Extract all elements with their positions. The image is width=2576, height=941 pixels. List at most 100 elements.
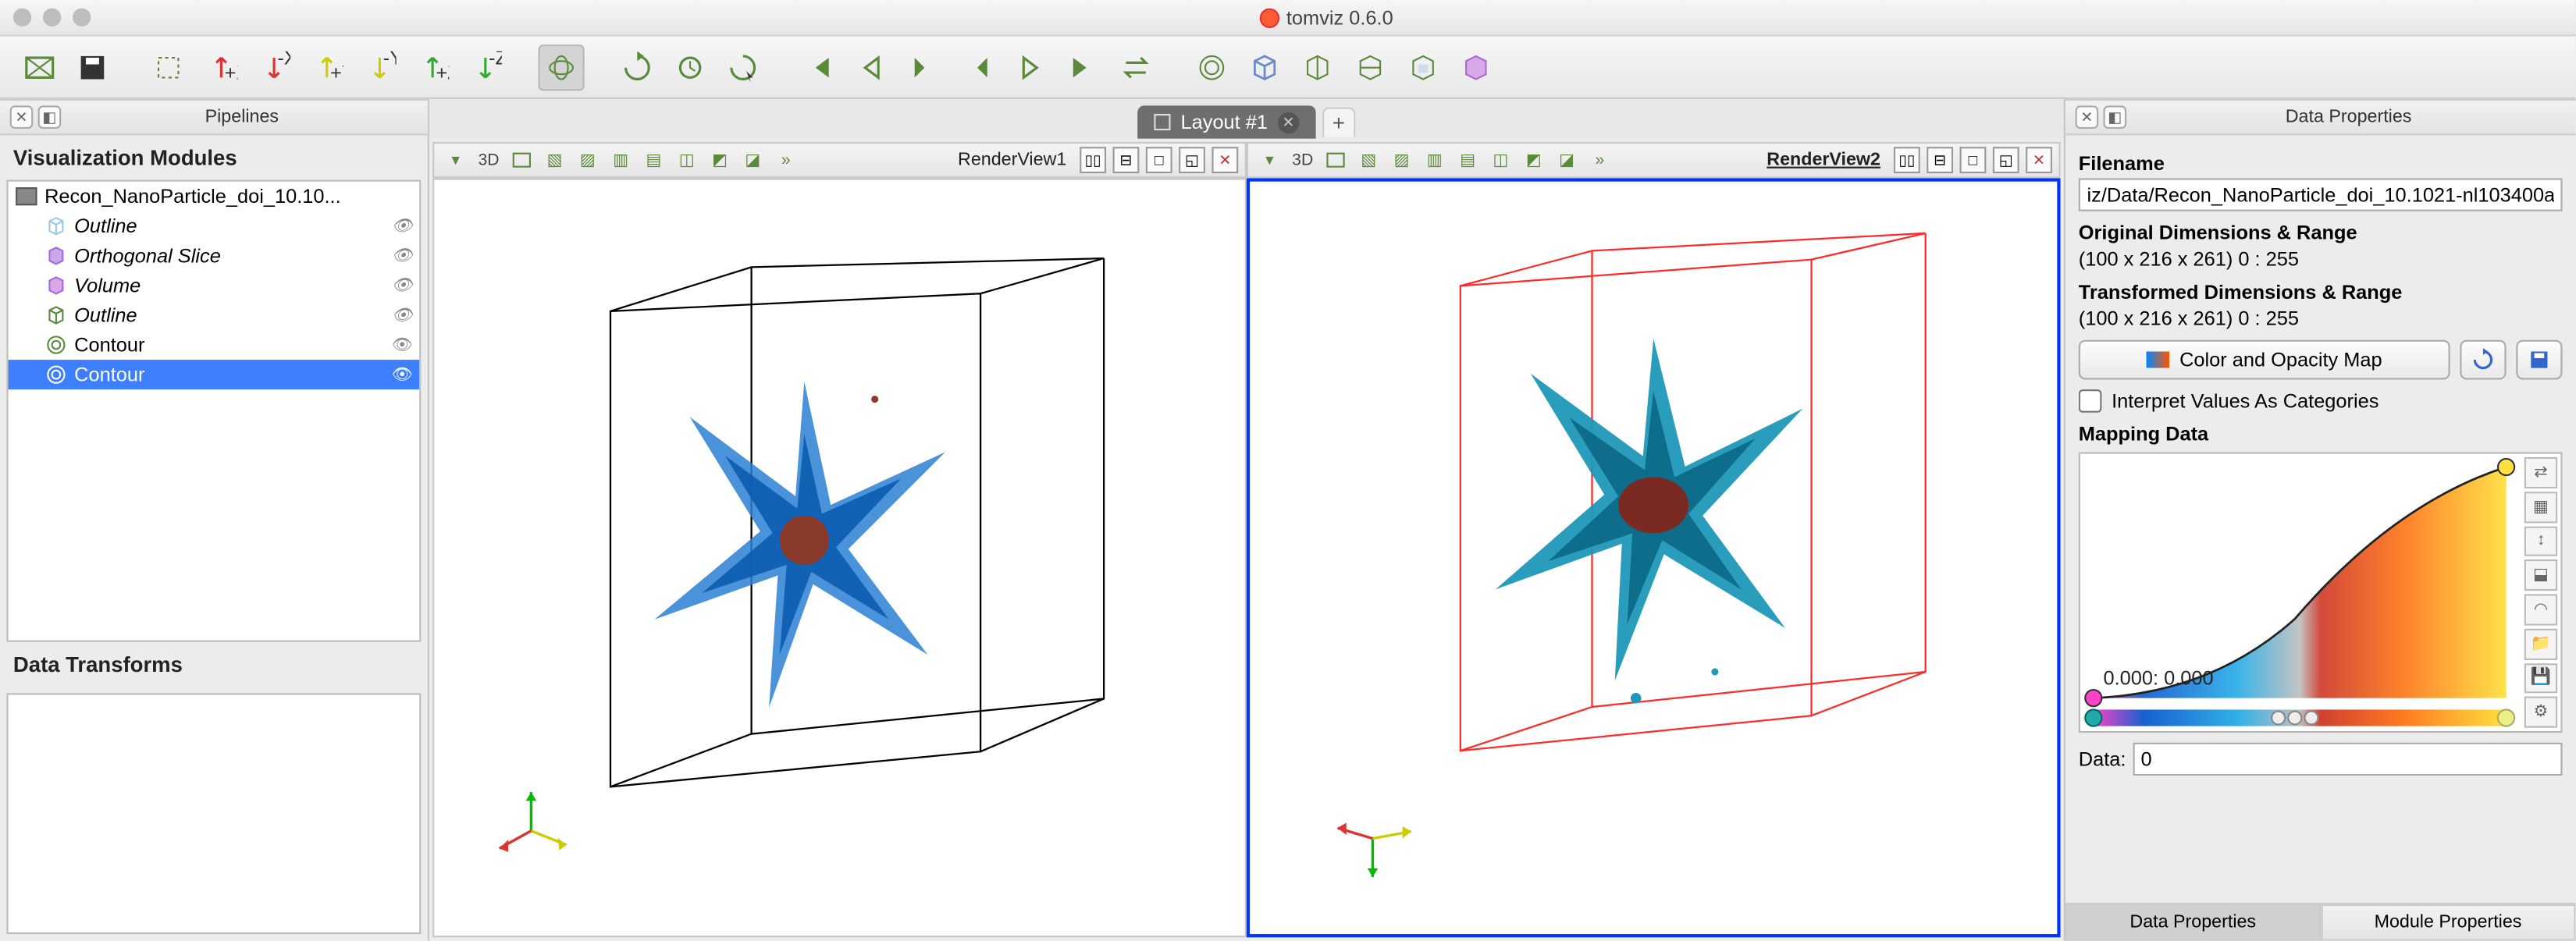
ortho-slice-button[interactable] — [1347, 44, 1393, 90]
tree-item-outline[interactable]: Outline👁 — [9, 211, 420, 241]
view-tool-icon[interactable]: ▥ — [1420, 145, 1450, 175]
x-minus-icon[interactable]: -X — [251, 44, 297, 90]
outline-module-button[interactable] — [1241, 44, 1287, 90]
close-view-icon[interactable]: ✕ — [1212, 147, 1238, 173]
last-frame-button[interactable] — [1060, 44, 1106, 90]
view-tool-icon[interactable]: ▨ — [1387, 145, 1417, 175]
visibility-icon[interactable]: 👁 — [392, 276, 413, 294]
maximize-icon[interactable]: □ — [1146, 147, 1172, 173]
tool-icon[interactable]: ◠ — [2524, 594, 2557, 625]
reload-cursor-button[interactable] — [720, 44, 766, 90]
tree-item-outline-2[interactable]: Outline👁 — [9, 300, 420, 330]
tool-icon[interactable]: ⬓ — [2524, 560, 2557, 591]
tool-icon[interactable]: 💾 — [2524, 662, 2557, 694]
render-view-2[interactable] — [1247, 178, 2061, 937]
view-tool-icon[interactable]: ◪ — [738, 145, 767, 175]
close-view-icon[interactable]: ✕ — [2026, 147, 2052, 173]
render-view-1[interactable] — [432, 178, 1247, 937]
restore-icon[interactable]: ◱ — [1993, 147, 2019, 173]
view-tool-icon[interactable]: ▤ — [1453, 145, 1482, 175]
view-3d-button[interactable]: 3D — [474, 145, 503, 175]
view-tool-icon[interactable]: » — [1585, 145, 1614, 175]
z-minus-icon[interactable]: -Z — [462, 44, 508, 90]
tree-root-item[interactable]: Recon_NanoParticle_doi_10.10... — [9, 182, 420, 211]
next-frame-button[interactable] — [1007, 44, 1053, 90]
close-tab-icon[interactable]: ✕ — [1278, 112, 1299, 133]
panel-detach-icon[interactable]: ◧ — [2104, 105, 2127, 129]
view-tool-icon[interactable]: ◪ — [1552, 145, 1582, 175]
split-h-icon[interactable]: ▯▯ — [1080, 147, 1106, 173]
view-tool-icon[interactable]: ◩ — [1519, 145, 1549, 175]
loop-button[interactable] — [1113, 44, 1159, 90]
tree-item-ortho-slice[interactable]: Orthogonal Slice👁 — [9, 241, 420, 271]
view-menu-icon[interactable]: ▾ — [1254, 145, 1284, 175]
view-tool-icon[interactable]: ▨ — [573, 145, 603, 175]
tool-icon[interactable]: ⚙ — [2524, 697, 2557, 728]
view-tool-icon[interactable]: ▧ — [1354, 145, 1383, 175]
tab-module-properties[interactable]: Module Properties — [2321, 904, 2576, 941]
visibility-icon[interactable]: 👁 — [392, 217, 413, 235]
contour-module-button[interactable] — [1189, 44, 1235, 90]
view-tool-icon[interactable]: ◩ — [705, 145, 735, 175]
play-reverse-button[interactable] — [902, 44, 948, 90]
module-tree[interactable]: Recon_NanoParticle_doi_10.10... Outline👁… — [6, 180, 421, 642]
view-3d-button[interactable]: 3D — [1288, 145, 1318, 175]
view-tool-icon[interactable]: ◫ — [672, 145, 702, 175]
data-value-field[interactable] — [2133, 743, 2563, 776]
interpret-categories-checkbox[interactable] — [2079, 389, 2102, 413]
maximize-icon[interactable]: □ — [1960, 147, 1987, 173]
x-plus-icon[interactable]: +X — [198, 44, 244, 90]
open-data-button[interactable] — [16, 44, 62, 90]
split-v-icon[interactable]: ⊟ — [1927, 147, 1953, 173]
tool-icon[interactable]: ↕ — [2524, 526, 2557, 557]
refresh-colormap-button[interactable] — [2460, 340, 2506, 380]
filename-field[interactable] — [2079, 178, 2563, 211]
minimize-window[interactable] — [43, 9, 61, 27]
visibility-icon[interactable]: 👁 — [392, 306, 413, 324]
z-plus-icon[interactable]: +Z — [410, 44, 456, 90]
play-button[interactable] — [954, 44, 1000, 90]
visibility-icon[interactable]: 👁 — [392, 336, 413, 353]
close-window[interactable] — [13, 9, 31, 27]
first-frame-button[interactable] — [795, 44, 841, 90]
reload-button[interactable] — [614, 44, 660, 90]
y-plus-icon[interactable]: +Y — [304, 44, 350, 90]
zoom-window[interactable] — [73, 9, 91, 27]
view-tool-icon[interactable]: ◫ — [1486, 145, 1516, 175]
tab-data-properties[interactable]: Data Properties — [2065, 904, 2321, 941]
layout-tab[interactable]: Layout #1 ✕ — [1138, 105, 1316, 138]
threshold-button[interactable] — [1400, 44, 1446, 90]
restore-icon[interactable]: ◱ — [1179, 147, 1205, 173]
view-tool-icon[interactable]: ▧ — [540, 145, 570, 175]
save-data-button[interactable] — [69, 44, 116, 90]
panel-close-icon[interactable]: ✕ — [10, 105, 34, 129]
tree-item-contour[interactable]: Contour👁 — [9, 330, 420, 360]
data-transforms-list[interactable] — [6, 693, 421, 934]
view-tool-icon[interactable]: ▤ — [639, 145, 669, 175]
tree-item-volume[interactable]: Volume👁 — [9, 271, 420, 300]
split-h-icon[interactable]: ▯▯ — [1894, 147, 1920, 173]
save-colormap-button[interactable] — [2516, 340, 2562, 380]
reset-camera-icon[interactable] — [145, 44, 191, 90]
y-minus-icon[interactable]: -Y — [357, 44, 403, 90]
split-v-icon[interactable]: ⊟ — [1113, 147, 1140, 173]
add-tab-button[interactable]: + — [1322, 107, 1355, 137]
view-tool-icon[interactable]: ▥ — [606, 145, 635, 175]
reload-time-button[interactable] — [667, 44, 713, 90]
visibility-icon[interactable]: 👁 — [392, 365, 413, 383]
view-camera-icon[interactable] — [507, 145, 536, 175]
panel-detach-icon[interactable]: ◧ — [38, 105, 62, 129]
tree-item-contour-selected[interactable]: Contour👁 — [9, 360, 420, 389]
rotate-mode-button[interactable] — [538, 44, 584, 90]
tool-icon[interactable]: ▦ — [2524, 492, 2557, 523]
prev-frame-button[interactable] — [849, 44, 895, 90]
view-tool-icon[interactable]: » — [771, 145, 801, 175]
panel-close-icon[interactable]: ✕ — [2076, 105, 2099, 129]
mapping-editor[interactable]: 0.000: 0.000 ⇄ ▦ ↕ ⬓ ◠ 📁 — [2079, 453, 2563, 733]
tool-icon[interactable]: ⇄ — [2524, 457, 2557, 488]
tool-icon[interactable]: 📁 — [2524, 628, 2557, 659]
visibility-icon[interactable]: 👁 — [392, 247, 413, 265]
slice-module-button[interactable] — [1294, 44, 1340, 90]
view-camera-icon[interactable] — [1321, 145, 1350, 175]
volume-module-button[interactable] — [1453, 44, 1499, 90]
